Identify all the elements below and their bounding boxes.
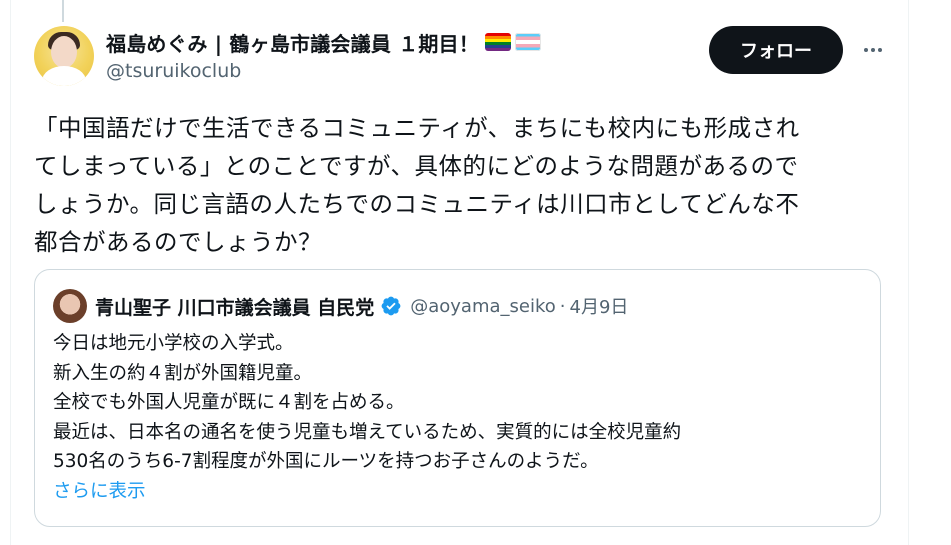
more-options-icon[interactable] bbox=[857, 34, 889, 66]
author-avatar[interactable] bbox=[34, 26, 94, 86]
transgender-flag-icon bbox=[515, 33, 541, 51]
more-dot bbox=[878, 48, 882, 52]
author-name-row[interactable]: 福島めぐみ | 鶴ヶ島市議会議員 １期目！ bbox=[106, 27, 541, 57]
quoted-text-line: 全校でも外国人児童が既に４割を占める。 bbox=[53, 392, 405, 413]
quoted-text-line: 新入生の約４割が外国籍児童。 bbox=[53, 362, 313, 384]
quoted-author-avatar[interactable] bbox=[53, 289, 87, 323]
avatar-body bbox=[42, 66, 86, 86]
quoted-display-name[interactable]: 青山聖子 川口市議会議員 自民党 bbox=[95, 293, 374, 320]
quoted-tweet[interactable]: 青山聖子 川口市議会議員 自民党 @aoyama_seiko · 4月9日 今日… bbox=[34, 269, 881, 527]
more-dot bbox=[864, 48, 868, 52]
author-handle[interactable]: @tsuruikoclub bbox=[106, 60, 241, 82]
verified-badge-icon bbox=[381, 296, 401, 316]
quoted-handle[interactable]: @aoyama_seiko bbox=[410, 296, 556, 317]
timeline-left-border bbox=[10, 0, 11, 545]
quoted-text-line: 今日は地元小学校の入学式。 bbox=[53, 333, 294, 354]
quoted-text-line: 530名のうち6-7割程度が外国にルーツを持つお子さんのようだ。 bbox=[53, 451, 599, 472]
author-display-name[interactable]: 福島めぐみ | 鶴ヶ島市議会議員 １期目！ bbox=[106, 28, 479, 57]
avatar-face bbox=[51, 36, 77, 68]
quoted-text-line: 最近は、日本名の通名を使う児童も増えているため、実質的には全校児童約 bbox=[53, 421, 682, 443]
quoted-text: 今日は地元小学校の入学式。 新入生の約４割が外国籍児童。 全校でも外国人児童が既… bbox=[53, 329, 873, 507]
quoted-separator: · bbox=[559, 295, 566, 317]
rainbow-flag-icon bbox=[485, 33, 511, 51]
timeline-right-border bbox=[908, 0, 909, 545]
tweet-text: 「中国語だけで生活できるコミュニティが、まちにも校内にも形成され てしまっている… bbox=[34, 114, 800, 256]
thread-connector-line bbox=[62, 0, 64, 22]
show-more-link[interactable]: さらに表示 bbox=[53, 477, 873, 507]
quoted-header: 青山聖子 川口市議会議員 自民党 @aoyama_seiko · 4月9日 bbox=[95, 291, 628, 321]
more-dot bbox=[871, 48, 875, 52]
quoted-date[interactable]: 4月9日 bbox=[570, 293, 629, 319]
follow-button[interactable]: フォロー bbox=[709, 26, 843, 74]
